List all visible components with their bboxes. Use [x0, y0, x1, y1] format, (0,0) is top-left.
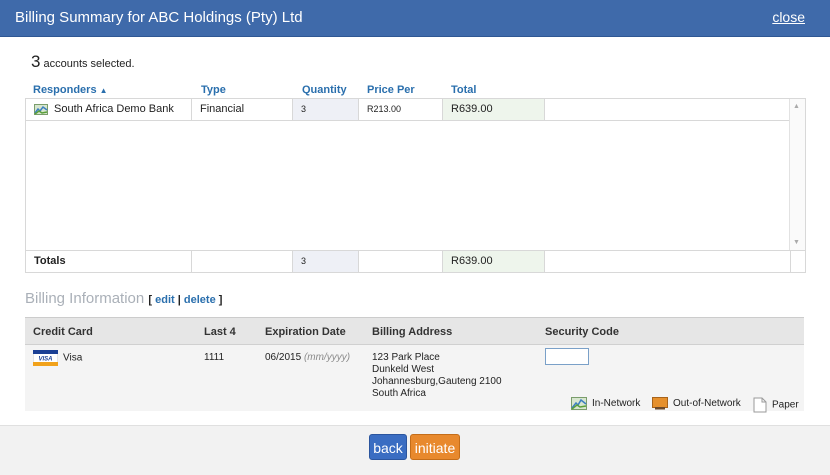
billing-actions: [ edit | delete ]: [148, 294, 223, 306]
expiration-hint: (mm/yyyy): [303, 352, 351, 363]
initiate-button[interactable]: initiate: [410, 434, 460, 460]
svg-text:VISA: VISA: [38, 357, 52, 363]
in-network-icon: [34, 103, 48, 115]
grid-scrollbar[interactable]: ▲ ▼: [789, 99, 805, 250]
legend-paper: Paper: [753, 397, 799, 413]
column-header-type[interactable]: Type: [201, 84, 226, 96]
responders-grid: South Africa Demo Bank Financial 3 R213.…: [25, 98, 806, 273]
totals-label: Totals: [26, 251, 192, 272]
legend-out-of-network: Out-of-Network: [652, 397, 741, 410]
credit-card-header: Credit Card Last 4 Expiration Date Billi…: [25, 318, 804, 345]
responder-quantity-cell: 3: [293, 99, 359, 120]
column-header-total[interactable]: Total: [451, 84, 476, 96]
table-row[interactable]: South Africa Demo Bank Financial 3 R213.…: [26, 99, 805, 121]
header-security: Security Code: [545, 326, 619, 338]
selection-text: accounts selected.: [43, 58, 135, 70]
security-code-input[interactable]: [545, 348, 589, 365]
back-button[interactable]: back: [369, 434, 407, 460]
column-header-responders[interactable]: Responders ▲: [33, 84, 108, 96]
scroll-down-icon[interactable]: ▼: [793, 239, 800, 246]
billing-address: 123 Park Place Dunkeld West Johannesburg…: [372, 352, 502, 399]
header-last4: Last 4: [204, 326, 236, 338]
totals-blank-cell: [545, 251, 791, 272]
card-expiration: 06/2015 (mm/yyyy): [265, 352, 351, 363]
billing-info-heading: Billing Information [ edit | delete ]: [25, 290, 223, 307]
delete-link[interactable]: delete: [184, 294, 216, 306]
totals-total: R639.00: [443, 251, 545, 272]
edit-link[interactable]: edit: [155, 294, 175, 306]
header-address: Billing Address: [372, 326, 453, 338]
responder-type-cell: Financial: [192, 99, 293, 120]
responder-total-cell: R639.00: [443, 99, 545, 120]
card-last4: 1111: [204, 352, 225, 363]
dialog-footer: back initiate: [0, 425, 830, 475]
card-brand: VISA Visa: [33, 350, 82, 366]
responder-name-cell: South Africa Demo Bank: [26, 99, 192, 120]
out-of-network-icon: [652, 397, 668, 410]
dialog-title: Billing Summary for ABC Holdings (Pty) L…: [15, 9, 303, 26]
sort-asc-icon: ▲: [99, 86, 108, 95]
responder-price-cell: R213.00: [359, 99, 443, 120]
column-header-quantity[interactable]: Quantity: [302, 84, 347, 96]
visa-card-icon: VISA: [33, 350, 58, 366]
credit-card-panel: Credit Card Last 4 Expiration Date Billi…: [25, 317, 804, 413]
totals-type-cell: [192, 251, 293, 272]
in-network-icon: [571, 397, 587, 410]
selection-summary: 3 accounts selected.: [31, 52, 135, 72]
legend-in-network: In-Network: [571, 397, 640, 410]
header-expiration: Expiration Date: [265, 326, 346, 338]
totals-row: Totals 3 R639.00: [26, 250, 805, 273]
totals-price-cell: [359, 251, 443, 272]
header-credit-card: Credit Card: [33, 326, 93, 338]
paper-icon: [753, 397, 767, 413]
scroll-up-icon[interactable]: ▲: [793, 103, 800, 110]
dialog-titlebar: Billing Summary for ABC Holdings (Pty) L…: [0, 0, 830, 37]
totals-quantity: 3: [293, 251, 359, 272]
close-link[interactable]: close: [772, 9, 805, 25]
column-header-price-per[interactable]: Price Per: [367, 84, 415, 96]
selection-count: 3: [31, 52, 41, 71]
